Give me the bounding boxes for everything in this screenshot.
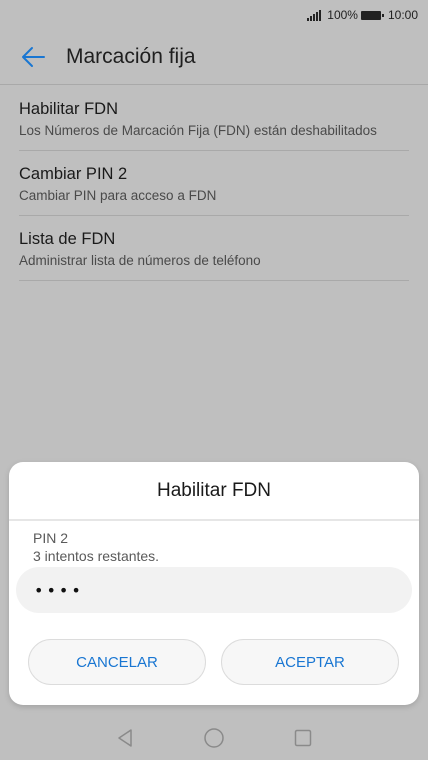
attempts-remaining: 3 intentos restantes. [33, 548, 160, 564]
list-item-subtitle: Cambiar PIN para acceso a FDN [19, 188, 217, 203]
pin-label: PIN 2 [33, 530, 69, 546]
dialog-divider [9, 519, 419, 521]
accept-button[interactable]: ACEPTAR [221, 639, 399, 685]
list-item-subtitle: Los Números de Marcación Fija (FDN) está… [19, 123, 377, 138]
settings-screen: 100% 10:00 Marcación fija Habilitar FDN … [0, 0, 428, 760]
battery-percent: 100% [327, 8, 358, 22]
clock: 10:00 [387, 8, 418, 22]
cancel-button[interactable]: CANCELAR [28, 639, 206, 685]
nav-recent-icon[interactable] [291, 726, 315, 750]
app-bar: Marcación fija [0, 30, 428, 85]
page-title: Marcación fija [66, 45, 196, 68]
settings-list: Habilitar FDN Los Números de Marcación F… [19, 86, 409, 281]
list-item-title: Cambiar PIN 2 [19, 165, 128, 183]
enable-fdn-dialog: Habilitar FDN PIN 2 3 intentos restantes… [9, 462, 419, 705]
list-item-title: Lista de FDN [19, 230, 116, 248]
back-arrow-icon[interactable] [20, 44, 46, 70]
list-item-lista-fdn[interactable]: Lista de FDN Administrar lista de número… [19, 216, 409, 281]
battery-icon [360, 10, 384, 20]
list-item-subtitle: Administrar lista de números de teléfono [19, 253, 261, 268]
signal-icon [307, 9, 322, 21]
list-item-habilitar-fdn[interactable]: Habilitar FDN Los Números de Marcación F… [19, 86, 409, 151]
nav-home-icon[interactable] [202, 726, 226, 750]
pin2-input[interactable] [16, 567, 412, 613]
navigation-bar [0, 716, 428, 760]
list-item-cambiar-pin2[interactable]: Cambiar PIN 2 Cambiar PIN para acceso a … [19, 151, 409, 216]
status-bar: 100% 10:00 [0, 0, 428, 30]
dialog-title: Habilitar FDN [156, 480, 272, 501]
nav-back-icon[interactable] [113, 726, 137, 750]
list-item-title: Habilitar FDN [19, 100, 119, 118]
